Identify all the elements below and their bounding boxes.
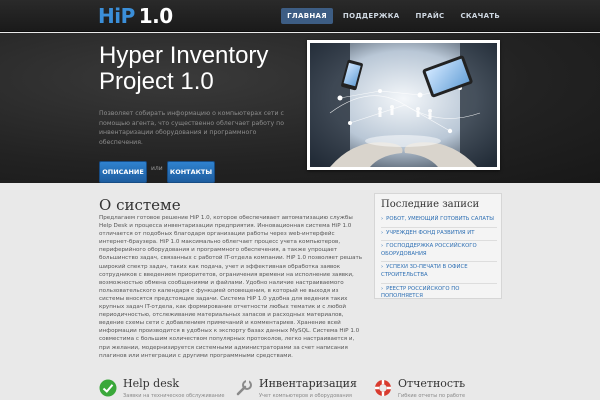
feature-title: Инвентаризация: [259, 377, 357, 390]
hands-tablet-illustration: [310, 43, 497, 167]
or-text: или: [151, 165, 163, 172]
logo[interactable]: HiP 1.0: [98, 4, 173, 28]
recent-post-item[interactable]: › Успехи 3D-печати в офисе строительства: [381, 262, 497, 284]
about-text: Предлагаем готовое решение HiP 1.0, кото…: [99, 215, 363, 359]
arrow-right-icon: ›: [381, 229, 384, 236]
arrow-right-icon: ›: [381, 285, 384, 292]
arrow-right-icon: ›: [381, 264, 384, 271]
hero-description: Позволяет собирать информацию о компьюте…: [99, 110, 284, 146]
feature-subtitle: Заявки на техническое обслуживание: [123, 393, 225, 399]
hero-banner: Hyper Inventory Project 1.0 Позволяет со…: [0, 33, 600, 183]
hero-image: [307, 40, 500, 170]
wrench-icon: [236, 380, 252, 396]
recent-posts-title: Последние записи: [381, 199, 480, 210]
hero-title-line2: Project 1.0: [99, 68, 214, 95]
recent-posts-list: › Робот, умеющий готовить салаты › Учрежде…: [381, 214, 497, 304]
feature-title: Help desk: [123, 377, 180, 390]
feature-inventory: Инвентаризация Учет компьютеров и оборуд…: [235, 372, 357, 400]
contacts-button[interactable]: КОНТАКТЫ: [167, 161, 215, 183]
hero-title: Hyper Inventory Project 1.0: [99, 43, 299, 95]
checkmark-icon: [99, 379, 117, 397]
main-nav: ГЛАВНАЯ ПОДДЕРЖКА ПРАЙС СКАЧАТЬ: [281, 8, 506, 24]
recent-posts-widget: Последние записи › Робот, умеющий готовит…: [374, 193, 502, 299]
recent-post-item[interactable]: › Робот, умеющий готовить салаты: [381, 214, 497, 228]
recent-post-item[interactable]: › Господдержка российского оборудования: [381, 241, 497, 263]
feature-reports: Отчетность Гибкие отчеты по работе: [374, 372, 494, 400]
nav-price[interactable]: ПРАЙС: [410, 8, 451, 24]
feature-helpdesk: Help desk Заявки на техническое обслужив…: [99, 372, 224, 400]
top-bar: HiP 1.0 ГЛАВНАЯ ПОДДЕРЖКА ПРАЙС СКАЧАТЬ: [0, 0, 600, 32]
logo-part1: HiP: [98, 4, 135, 28]
arrow-right-icon: ›: [381, 216, 384, 222]
nav-download[interactable]: СКАЧАТЬ: [454, 8, 506, 24]
feature-title: Отчетность: [398, 377, 466, 390]
recent-post-link[interactable]: Робот, умеющий готовить салаты: [386, 216, 494, 222]
logo-part2: 1.0: [138, 4, 173, 28]
recent-post-link[interactable]: Учрежден фонд развития ИТ: [386, 230, 474, 236]
nav-support[interactable]: ПОДДЕРЖКА: [337, 8, 406, 24]
about-title: О системе: [99, 196, 181, 214]
hero-title-line1: Hyper Inventory: [99, 42, 269, 69]
arrow-right-icon: ›: [381, 243, 384, 250]
recent-post-link[interactable]: Реестр российского ПО пополняется: [381, 286, 459, 300]
feature-subtitle: Гибкие отчеты по работе: [398, 393, 466, 399]
recent-post-link[interactable]: Господдержка российского оборудования: [381, 243, 477, 257]
recent-post-link[interactable]: Успехи 3D-печати в офисе строительства: [381, 264, 468, 278]
feature-subtitle: Учет компьютеров и оборудования: [259, 393, 352, 399]
lifebuoy-icon: [375, 380, 391, 396]
recent-post-item[interactable]: › Учрежден фонд развития ИТ: [381, 228, 497, 242]
description-button[interactable]: ОПИСАНИЕ: [99, 161, 147, 183]
nav-home[interactable]: ГЛАВНАЯ: [281, 8, 333, 24]
recent-post-item[interactable]: › Реестр российского ПО пополняется: [381, 284, 497, 304]
